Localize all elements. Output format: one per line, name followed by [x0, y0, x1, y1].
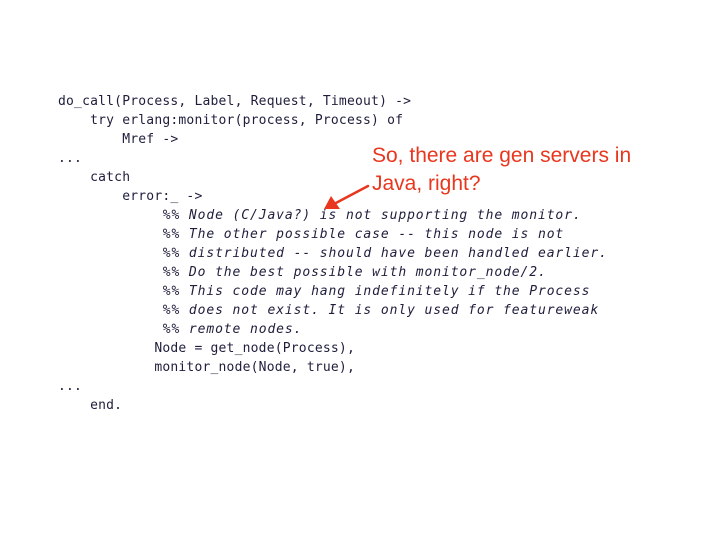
- code-line-4: ...: [58, 151, 83, 166]
- code-line-14: Node = get_node(Process),: [58, 341, 355, 356]
- code-line-3: Mref ->: [58, 132, 179, 147]
- code-line-2: try erlang:monitor(process, Process) of: [58, 113, 404, 128]
- arrow-pointer-icon: [324, 184, 370, 209]
- code-line-9: %% distributed -- should have been handl…: [58, 246, 608, 261]
- code-line-6: error:_ ->: [58, 189, 203, 204]
- code-line-10: %% Do the best possible with monitor_nod…: [58, 265, 547, 280]
- code-line-13: %% remote nodes.: [58, 322, 303, 337]
- code-line-1: do_call(Process, Label, Request, Timeout…: [58, 94, 412, 109]
- code-line-8: %% The other possible case -- this node …: [58, 227, 565, 242]
- slide: do_call(Process, Label, Request, Timeout…: [0, 0, 726, 546]
- code-line-11: %% This code may hang indefinitely if th…: [58, 284, 591, 299]
- callout-annotation: So, there are gen servers in Java, right…: [372, 144, 632, 195]
- code-line-12: %% does not exist. It is only used for f…: [58, 303, 600, 318]
- code-line-17: end.: [58, 398, 123, 413]
- code-line-15: monitor_node(Node, true),: [58, 360, 355, 375]
- code-line-5: catch: [58, 170, 131, 185]
- code-line-16: ...: [58, 379, 83, 394]
